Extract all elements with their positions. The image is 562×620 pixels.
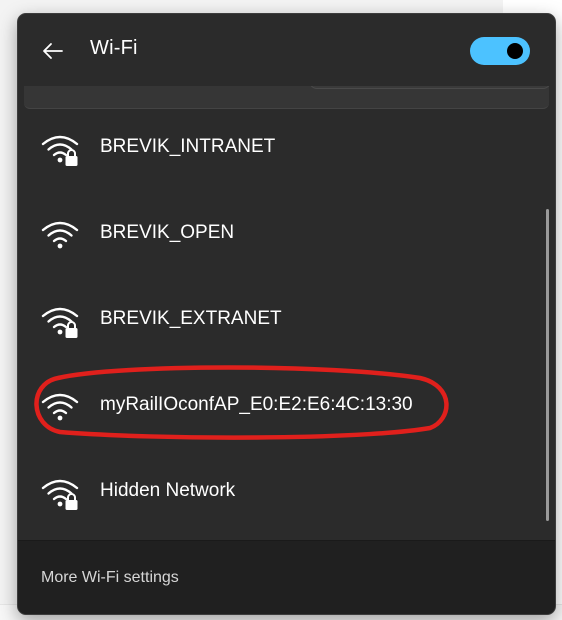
wifi-icon bbox=[41, 221, 79, 249]
connected-network-card[interactable] bbox=[24, 86, 551, 109]
disconnect-button[interactable] bbox=[309, 86, 551, 89]
network-name: Hidden Network bbox=[100, 480, 236, 501]
wifi-header: Wi-Fi bbox=[18, 14, 555, 86]
wifi-icon bbox=[41, 393, 79, 421]
network-name: myRailIOconfAP_E0:E2:E6:4C:13:30 bbox=[100, 394, 413, 415]
wifi-secured-icon bbox=[41, 135, 79, 166]
network-item-myrailioconfap[interactable]: myRailIOconfAP_E0:E2:E6:4C:13:30 bbox=[24, 368, 549, 444]
wifi-secured-icon bbox=[41, 479, 79, 510]
network-name: BREVIK_INTRANET bbox=[100, 136, 276, 157]
toggle-knob bbox=[507, 43, 523, 59]
network-item-brevik-extranet[interactable]: BREVIK_EXTRANET bbox=[24, 282, 549, 358]
network-item-hidden-network[interactable]: Hidden Network bbox=[24, 454, 549, 530]
network-item-brevik-intranet[interactable]: BREVIK_INTRANET bbox=[24, 110, 549, 186]
back-button[interactable] bbox=[38, 36, 68, 66]
network-name: BREVIK_EXTRANET bbox=[100, 308, 282, 329]
scrollbar-thumb[interactable] bbox=[546, 209, 549, 521]
wifi-footer: More Wi-Fi settings bbox=[18, 540, 555, 614]
scrollbar[interactable] bbox=[546, 209, 550, 521]
wifi-flyout-panel: Wi-Fi BREVIK_INTRANET BREVIK_OPEN BREVIK… bbox=[17, 13, 556, 615]
wifi-toggle[interactable] bbox=[470, 37, 530, 65]
arrow-left-icon bbox=[43, 43, 63, 59]
wifi-secured-icon bbox=[41, 307, 79, 338]
network-item-brevik-open[interactable]: BREVIK_OPEN bbox=[24, 196, 549, 272]
network-list[interactable]: BREVIK_INTRANET BREVIK_OPEN BREVIK_EXTRA… bbox=[18, 86, 555, 540]
more-wifi-settings-link[interactable]: More Wi-Fi settings bbox=[41, 569, 179, 587]
network-name: BREVIK_OPEN bbox=[100, 222, 235, 243]
page-title: Wi-Fi bbox=[90, 37, 138, 59]
